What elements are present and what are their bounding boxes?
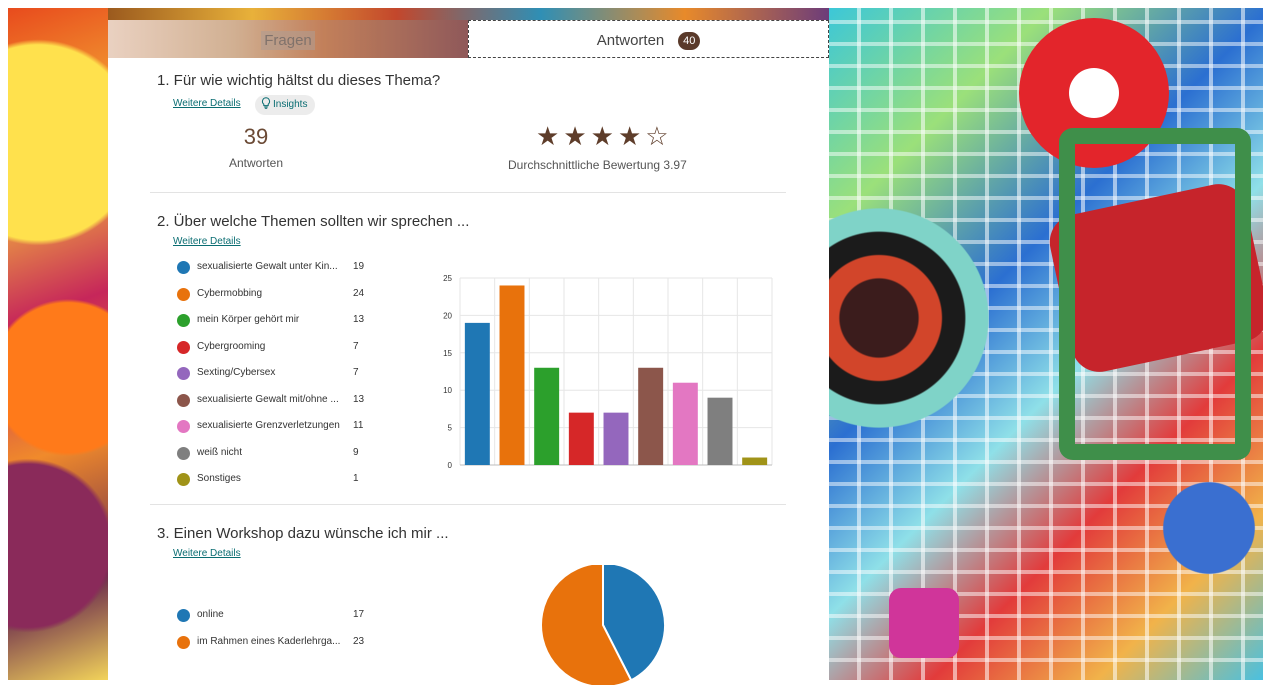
star-filled-icon: ★	[536, 121, 564, 151]
forms-results-panel: Fragen Antworten 40 1. Für wie wichtig hä…	[108, 20, 829, 685]
legend-label: Cybergrooming	[197, 340, 266, 352]
tab-questions[interactable]: Fragen	[108, 20, 468, 58]
q2-details-link[interactable]: Weitere Details	[173, 236, 241, 247]
y-tick-label: 25	[443, 274, 452, 283]
question-3-title: 3. Einen Workshop dazu wünsche ich mir .…	[157, 525, 449, 542]
q3-details-link[interactable]: Weitere Details	[173, 548, 241, 559]
bar	[534, 367, 560, 465]
legend-count: 7	[353, 340, 359, 352]
divider	[150, 192, 786, 193]
legend-label: Sexting/Cybersex	[197, 367, 276, 378]
q2-bar-chart: 0 5 10 15 20 25	[443, 274, 773, 470]
star-filled-icon: ★	[617, 121, 646, 151]
background-artwork-right	[829, 8, 1263, 680]
legend-count: 19	[353, 261, 365, 272]
tab-questions-label: Fragen	[261, 31, 315, 50]
bar	[707, 397, 733, 465]
insights-label: Insights	[273, 99, 308, 110]
legend-count: 11	[353, 420, 364, 431]
bar	[603, 412, 629, 465]
average-rating-stars: ★★★★☆	[536, 121, 673, 152]
q1-response-label: Antworten	[228, 156, 284, 170]
background-artwork-left	[8, 8, 108, 680]
bar	[742, 457, 768, 465]
legend-count: 9	[353, 446, 359, 458]
star-filled-icon: ★	[563, 121, 591, 151]
legend-color-dot-icon	[177, 261, 190, 274]
question-2-title: 2. Über welche Themen sollten wir sprech…	[157, 213, 470, 230]
bar	[568, 412, 594, 465]
legend-label: im Rahmen eines Kaderlehrga...	[197, 635, 341, 647]
legend-color-dot-icon	[177, 367, 190, 380]
question-1-title: 1. Für wie wichtig hältst du dieses Them…	[157, 72, 441, 89]
legend-count: 17	[353, 609, 365, 620]
legend-count: 24	[353, 287, 365, 299]
legend-color-dot-icon	[177, 314, 190, 327]
bar	[672, 382, 698, 465]
legend-label: online	[197, 609, 224, 620]
lightbulb-icon	[261, 97, 271, 109]
q1-average-rating: Durchschnittliche Bewertung 3.97	[508, 158, 687, 172]
legend-count: 13	[353, 393, 365, 405]
bar	[638, 367, 664, 465]
legend-count: 7	[353, 367, 359, 378]
insights-button[interactable]: Insights	[255, 95, 316, 115]
q1-details-link[interactable]: Weitere Details	[173, 98, 241, 109]
legend-color-dot-icon	[177, 393, 190, 407]
y-tick-label: 10	[443, 386, 452, 395]
legend-label: sexualisierte Gewalt unter Kin...	[197, 261, 338, 272]
tab-bar: Fragen Antworten 40	[108, 20, 829, 58]
q1-response-count: 39	[243, 124, 269, 149]
legend-count: 1	[353, 473, 359, 484]
legend-color-dot-icon	[177, 635, 190, 649]
star-empty-icon: ☆	[645, 121, 673, 151]
y-tick-label: 0	[448, 461, 453, 470]
legend-color-dot-icon	[177, 340, 190, 354]
y-tick-label: 5	[448, 424, 453, 433]
legend-count: 13	[353, 314, 365, 325]
legend-label: sexualisierte Grenzverletzungen	[197, 420, 340, 431]
y-tick-label: 15	[443, 349, 452, 358]
legend-color-dot-icon	[177, 287, 190, 301]
tab-answers-label: Antworten	[596, 32, 665, 49]
bar	[499, 285, 525, 465]
tab-answers[interactable]: Antworten 40	[468, 20, 829, 58]
legend-label: Cybermobbing	[197, 287, 263, 299]
answers-count-badge: 40	[678, 32, 701, 50]
q3-pie-chart	[540, 565, 666, 685]
legend-label: mein Körper gehört mir	[197, 314, 300, 325]
legend-label: weiß nicht	[197, 446, 243, 458]
legend-color-dot-icon	[177, 473, 190, 486]
background-artwork-top	[108, 8, 829, 20]
legend-label: Sonstiges	[197, 473, 241, 484]
legend-color-dot-icon	[177, 446, 190, 460]
legend-count: 23	[353, 635, 365, 647]
y-tick-label: 20	[443, 311, 452, 320]
legend-label: sexualisierte Gewalt mit/ohne ...	[197, 393, 339, 405]
legend-color-dot-icon	[177, 609, 190, 622]
divider	[150, 504, 786, 505]
star-filled-icon: ★	[590, 121, 618, 151]
legend-color-dot-icon	[177, 420, 190, 433]
bar	[464, 322, 490, 465]
